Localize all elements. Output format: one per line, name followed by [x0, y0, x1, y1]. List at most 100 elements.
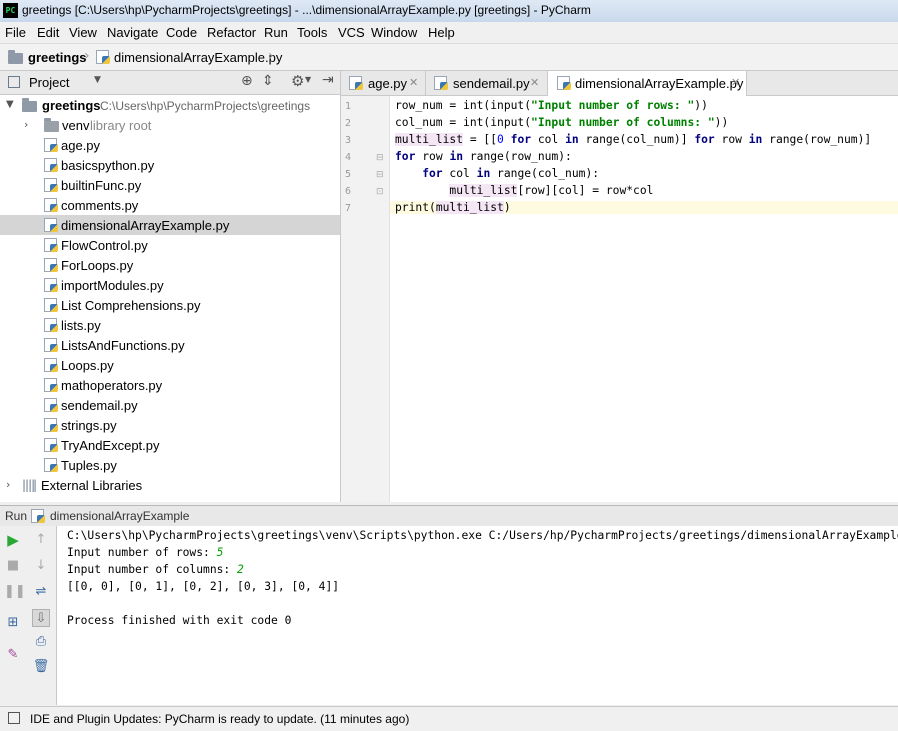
python-file-icon [44, 258, 58, 272]
rerun-icon[interactable]: ▶ [4, 531, 22, 549]
file-name: sendemail.py [61, 398, 138, 413]
menu-view[interactable]: View [69, 25, 97, 40]
python-file-icon [434, 76, 448, 90]
chevron-down-icon[interactable]: ▼ [6, 99, 14, 110]
external-libraries-label: External Libraries [41, 478, 143, 493]
toggle-tool-windows-icon[interactable] [8, 712, 20, 724]
soft-wrap-icon[interactable]: ⇌ [32, 583, 50, 601]
tree-file[interactable]: basicspython.py [0, 155, 340, 175]
menu-run[interactable]: Run [264, 25, 288, 40]
file-name: ListsAndFunctions.py [61, 338, 185, 353]
code-line-2: col_num = int(input("Input number of col… [395, 116, 728, 129]
tree-file[interactable]: ListsAndFunctions.py [0, 335, 340, 355]
menu-refactor[interactable]: Refactor [207, 25, 256, 40]
menu-navigate[interactable]: Navigate [107, 25, 158, 40]
trash-icon[interactable]: 🗑 [32, 658, 50, 676]
status-message[interactable]: IDE and Plugin Updates: PyCharm is ready… [30, 712, 409, 726]
locate-file-icon[interactable]: ⊕ [241, 73, 253, 89]
menu-code[interactable]: Code [166, 25, 197, 40]
close-icon[interactable]: ✕ [731, 76, 740, 89]
menu-vcs[interactable]: VCS [338, 25, 365, 40]
dropdown-arrow-icon[interactable]: ▼ [94, 75, 101, 85]
chevron-right-icon[interactable]: › [6, 478, 10, 491]
layout-icon[interactable]: ⊞ [4, 614, 22, 632]
pin-icon[interactable]: ✎ [4, 646, 22, 664]
folder-icon [22, 98, 37, 112]
line-number: 1 [345, 101, 352, 112]
python-file-icon [44, 318, 58, 332]
stop-icon[interactable]: ■ [4, 557, 22, 575]
title-bar: PC greetings [C:\Users\hp\PycharmProject… [0, 0, 898, 23]
menu-help[interactable]: Help [428, 25, 455, 40]
file-name: dimensionalArrayExample.py [61, 218, 230, 233]
tree-file[interactable]: builtinFunc.py [0, 175, 340, 195]
gear-dropdown-icon[interactable]: ▼ [305, 75, 311, 84]
close-icon[interactable]: ✕ [530, 76, 539, 89]
tree-file[interactable]: strings.py [0, 415, 340, 435]
tree-external-libraries[interactable]: › |||‖ External Libraries [0, 475, 340, 495]
menu-file[interactable]: File [5, 25, 26, 40]
tree-file[interactable]: FlowControl.py [0, 235, 340, 255]
project-view-icon [8, 76, 20, 88]
breadcrumb-project[interactable]: greetings [28, 50, 87, 65]
file-name: Tuples.py [61, 458, 117, 473]
code-token: col [537, 133, 566, 146]
tree-file[interactable]: ForLoops.py [0, 255, 340, 275]
tree-file[interactable]: mathoperators.py [0, 375, 340, 395]
tree-file[interactable]: comments.py [0, 195, 340, 215]
hide-panel-icon[interactable]: ⇥ [322, 72, 334, 88]
tree-file[interactable]: TryAndExcept.py [0, 435, 340, 455]
run-label[interactable]: Run [5, 509, 27, 523]
root-name: greetings [42, 98, 101, 113]
pause-icon[interactable]: ❚❚ [4, 583, 26, 601]
tree-file[interactable]: List Comprehensions.py [0, 295, 340, 315]
tab-age[interactable]: age.py ✕ [341, 71, 426, 95]
run-config-name[interactable]: dimensionalArrayExample [50, 509, 189, 523]
tree-venv[interactable]: › venv library root [0, 115, 340, 135]
breadcrumb-file[interactable]: dimensionalArrayExample.py [114, 50, 282, 65]
fold-icon[interactable]: ⊟ [376, 170, 384, 180]
tree-file[interactable]: sendemail.py [0, 395, 340, 415]
python-file-icon [44, 198, 58, 212]
scroll-to-end-icon[interactable]: ⇩ [32, 609, 50, 627]
fold-end-icon[interactable]: ⊡ [376, 187, 384, 197]
code-line-7: print(multi_list) [390, 201, 898, 214]
tree-file[interactable]: age.py [0, 135, 340, 155]
code-token: range(row_num)] [769, 133, 872, 146]
tree-file[interactable]: Tuples.py [0, 455, 340, 475]
chevron-right-icon[interactable]: › [24, 118, 28, 131]
python-file-icon [44, 358, 58, 372]
code-token: in [476, 167, 498, 180]
code-line-3: multi_list = [[0 for col in range(col_nu… [395, 133, 871, 146]
status-bar: IDE and Plugin Updates: PyCharm is ready… [0, 706, 898, 731]
up-arrow-icon[interactable]: ↑ [32, 531, 50, 549]
file-name: strings.py [61, 418, 117, 433]
tree-file[interactable]: lists.py [0, 315, 340, 335]
code-token: for [395, 167, 450, 180]
fold-icon[interactable]: ⊟ [376, 153, 384, 163]
tree-file[interactable]: importModules.py [0, 275, 340, 295]
breadcrumb: greetings › dimensionalArrayExample.py › [0, 44, 898, 71]
tab-sendemail[interactable]: sendemail.py ✕ [426, 71, 548, 95]
python-file-icon [44, 378, 58, 392]
code-editor[interactable]: row_num = int(input("Input number of row… [390, 96, 898, 502]
gear-icon[interactable]: ⚙ [291, 72, 304, 90]
venv-name: venv [62, 118, 90, 133]
tree-file[interactable]: Loops.py [0, 355, 340, 375]
menu-edit[interactable]: Edit [37, 25, 59, 40]
project-panel-title[interactable]: Project [29, 75, 69, 90]
collapse-all-icon[interactable]: ⇕ [262, 73, 274, 89]
line-number: 7 [345, 203, 352, 214]
print-icon[interactable]: ⎙ [32, 633, 50, 651]
tab-dimensionalArrayExample[interactable]: dimensionalArrayExample.py ✕ [548, 71, 747, 96]
close-icon[interactable]: ✕ [409, 76, 418, 89]
down-arrow-icon[interactable]: ↓ [32, 557, 50, 575]
python-file-icon [44, 218, 58, 232]
tree-root[interactable]: ▼ greetings C:\Users\hp\PycharmProjects\… [0, 95, 340, 115]
menu-tools[interactable]: Tools [297, 25, 327, 40]
tree-file-selected[interactable]: dimensionalArrayExample.py [0, 215, 340, 235]
code-token: multi_list [435, 201, 504, 214]
run-console[interactable]: C:\Users\hp\PycharmProjects\greetings\ve… [57, 526, 898, 705]
menu-window[interactable]: Window [371, 25, 417, 40]
